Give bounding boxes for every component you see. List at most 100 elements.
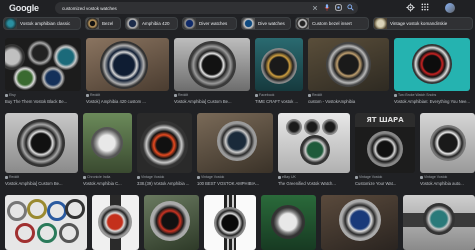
result-source: Vintage Vostok [355, 175, 382, 179]
chip-label: Amphibia 420 [142, 21, 170, 26]
result-image[interactable]: ЯТ ШАРА [355, 113, 415, 173]
result-source: Vintage Vostok [197, 175, 224, 179]
chip-label: Vintage vostok komandirskie [390, 21, 448, 26]
result-title[interactable]: custom - VostokAmphibia [308, 99, 389, 104]
result-image[interactable] [83, 113, 132, 173]
related-searches-chips: Vostok amphibian classic Bezel Amphibia … [0, 16, 475, 33]
result-image[interactable] [5, 38, 81, 91]
chip[interactable]: Dive watches [241, 17, 291, 30]
google-logo[interactable]: Google [9, 3, 39, 13]
search-box[interactable]: customized vostok watches [55, 2, 358, 14]
result-title[interactable]: Customize Your Wat... [355, 181, 415, 186]
lens-icon[interactable] [335, 4, 342, 11]
chip-label: Diver watches [199, 21, 228, 26]
chip[interactable]: Custom bezel insert [295, 17, 369, 30]
result-tile[interactable]: ЯТ ШАРА Vintage Vostok Customize Your Wa… [355, 113, 415, 191]
chip-thumbnail [242, 18, 255, 29]
result-tile[interactable] [261, 195, 316, 250]
result-image[interactable] [321, 195, 398, 250]
search-input[interactable]: customized vostok watches [62, 6, 117, 11]
chip-label: Custom bezel insert [312, 21, 352, 26]
chip-label: Bezel [102, 21, 114, 26]
result-tile[interactable]: Etsy Buy The Them Vostok Black Be... [5, 38, 81, 108]
chip-thumbnail [374, 18, 387, 29]
result-title[interactable]: Vostok) Amphibia 420 custom ... [86, 99, 169, 104]
apps-grid-icon[interactable] [421, 3, 429, 11]
result-image[interactable] [174, 38, 250, 91]
result-image[interactable] [403, 195, 475, 250]
result-image[interactable] [86, 38, 169, 91]
result-source: Two Broke Watch Snobs [394, 93, 436, 97]
result-tile[interactable] [204, 195, 256, 250]
chip[interactable]: Bezel [85, 17, 121, 30]
result-source: Etsy [5, 93, 16, 97]
result-image[interactable] [137, 113, 192, 173]
result-source: Reddit [174, 93, 188, 97]
chip-thumbnail [86, 18, 99, 29]
result-image[interactable] [5, 113, 78, 173]
result-title[interactable]: 338.(39) Vostok Amphibia ... [137, 181, 192, 186]
result-title[interactable]: Vostok Amphibia] Custom Be... [174, 99, 250, 104]
result-title[interactable]: Vostok Amphibia] Custom Be... [5, 181, 78, 186]
result-tile[interactable] [144, 195, 199, 250]
result-image[interactable] [144, 195, 199, 250]
result-image[interactable] [5, 195, 87, 250]
result-tile[interactable] [5, 195, 87, 250]
result-tile[interactable]: Vintage Vostok 338.(39) Vostok Amphibia … [137, 113, 192, 191]
header: Google customized vostok watches [0, 0, 475, 17]
result-image[interactable] [420, 113, 475, 173]
result-title[interactable]: TIME CRAFT vostok ... [255, 99, 303, 104]
chip[interactable]: Amphibia 420 [125, 17, 178, 30]
settings-gear-icon[interactable] [406, 3, 415, 12]
result-tile[interactable]: Reddit custom - VostokAmphibia [308, 38, 389, 108]
result-image[interactable] [92, 195, 139, 250]
result-source: Reddit [5, 175, 19, 179]
chip-thumbnail [4, 18, 17, 29]
result-tile[interactable]: Reddit Vostok Amphibia] Custom Be... [174, 38, 250, 108]
chip-label: Vostok amphibian classic [20, 21, 71, 26]
result-tile[interactable]: Facebook TIME CRAFT vostok ... [255, 38, 303, 108]
result-title[interactable]: Vostok Amphibia C... [83, 181, 132, 186]
result-source: Facebook [255, 93, 274, 97]
result-source: eBay UK [278, 175, 296, 179]
chip[interactable]: Diver watches [182, 17, 237, 30]
chip-label: Dive watches [258, 21, 285, 26]
result-tile[interactable]: Reddit Vostok) Amphibia 420 custom ... [86, 38, 169, 108]
result-tile[interactable]: Two Broke Watch Snobs Vostok Amphibian: … [394, 38, 470, 108]
result-image[interactable] [394, 38, 470, 91]
account-avatar[interactable] [445, 3, 455, 13]
result-tile[interactable]: Vintage Vostok Vostok Amphibia auto... [420, 113, 475, 191]
result-title[interactable]: Vostok Amphibia auto... [420, 181, 475, 186]
result-tile[interactable]: Vintage Vostok 100 BEST VOSTOK AMPHIBIA.… [197, 113, 273, 191]
result-image[interactable] [261, 195, 316, 250]
close-icon[interactable] [311, 4, 318, 11]
result-tile[interactable]: Chronicle India Vostok Amphibia C... [83, 113, 132, 191]
result-title[interactable]: Buy The Them Vostok Black Be... [5, 99, 81, 104]
result-source: Reddit [308, 93, 322, 97]
result-source: Chronicle India [83, 175, 110, 179]
chip[interactable]: Vintage vostok komandirskie [373, 17, 473, 30]
result-tile[interactable]: Reddit Vostok Amphibia] Custom Be... [5, 113, 78, 191]
result-tile[interactable] [403, 195, 475, 250]
result-image[interactable] [204, 195, 256, 250]
result-image[interactable] [308, 38, 389, 91]
result-image[interactable] [255, 38, 303, 91]
chip[interactable]: Vostok amphibian classic [3, 17, 81, 30]
chip-thumbnail [296, 18, 309, 29]
result-source: Reddit [86, 93, 100, 97]
result-title[interactable]: Vostok Amphibian: Everything You Nee... [394, 99, 470, 104]
result-tile[interactable] [321, 195, 398, 250]
result-source: Vintage Vostok [137, 175, 164, 179]
result-tile[interactable]: eBay UK The Greenified Vostok Watch... [278, 113, 350, 191]
chip-thumbnail [183, 18, 196, 29]
result-image[interactable] [197, 113, 273, 173]
result-tile[interactable] [92, 195, 139, 250]
search-icon[interactable] [347, 4, 354, 11]
result-source: Vintage Vostok [420, 175, 447, 179]
chip-thumbnail [126, 18, 139, 29]
result-image[interactable] [278, 113, 350, 173]
result-title[interactable]: The Greenified Vostok Watch... [278, 181, 350, 186]
image-search-page: Google customized vostok watches Vostok … [0, 0, 475, 250]
mic-icon[interactable] [323, 4, 330, 11]
result-title[interactable]: 100 BEST VOSTOK AMPHIBIA... [197, 181, 273, 186]
